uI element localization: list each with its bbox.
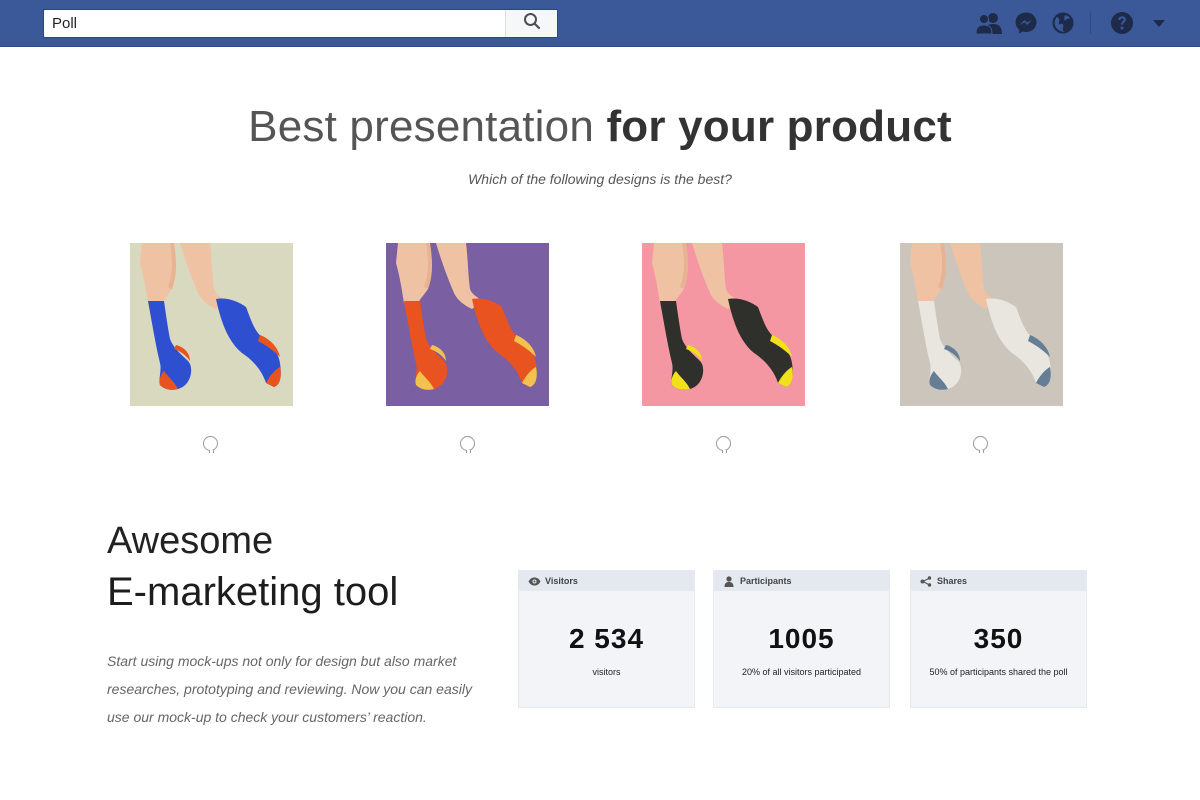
- chevron-down-icon[interactable]: [1144, 9, 1174, 37]
- eye-icon: [527, 575, 541, 587]
- nav-icons: [967, 9, 1174, 37]
- stat-card-shares: Shares 350 50% of participants shared th…: [910, 570, 1087, 708]
- poll-option-radio-3[interactable]: [716, 436, 731, 453]
- title-bold-part: for your product: [606, 102, 952, 151]
- poll-option-image-4[interactable]: [900, 243, 1063, 406]
- search-icon: [523, 12, 541, 35]
- poll-option-radio-4[interactable]: [973, 436, 988, 453]
- stat-label: Shares: [937, 576, 968, 586]
- poll-option-image-2[interactable]: [386, 243, 549, 406]
- stat-label: Participants: [740, 576, 792, 586]
- search-button[interactable]: [505, 10, 557, 37]
- globe-notifications-icon[interactable]: [1048, 9, 1078, 37]
- sock-product-illustration: [642, 243, 805, 406]
- stat-caption: visitors: [592, 667, 621, 677]
- stat-card-header: Shares: [911, 571, 1086, 591]
- stat-value: 1005: [768, 623, 835, 654]
- stat-card-header: Participants: [714, 571, 889, 591]
- poll-option-image-3[interactable]: [642, 243, 805, 406]
- poll-option-image-1[interactable]: [130, 243, 293, 406]
- stat-card-header: Visitors: [519, 571, 694, 591]
- page-title: Best presentation for your product: [0, 102, 1200, 152]
- sock-product-illustration: [130, 243, 293, 406]
- stat-value: 2 534: [568, 623, 645, 654]
- marketing-description: Start using mock-ups not only for design…: [107, 653, 472, 725]
- poll-question: Which of the following designs is the be…: [468, 171, 732, 187]
- stat-card-visitors: Visitors 2 534 visitors: [518, 570, 695, 708]
- share-icon: [919, 575, 933, 587]
- help-icon[interactable]: [1107, 9, 1137, 37]
- marketing-heading-line-2: E-marketing tool: [107, 570, 399, 614]
- top-navigation-bar: [0, 0, 1200, 47]
- stat-label: Visitors: [545, 576, 578, 586]
- title-light-part: Best presentation: [248, 102, 594, 151]
- stat-caption: 20% of all visitors participated: [741, 667, 862, 677]
- stat-value: 350: [973, 623, 1024, 654]
- marketing-heading-line-1: Awesome: [107, 520, 274, 562]
- search-input[interactable]: [44, 10, 505, 37]
- stat-caption: 50% of participants shared the poll: [929, 667, 1068, 677]
- nav-separator: [1090, 12, 1091, 34]
- stat-card-participants: Participants 1005 20% of all visitors pa…: [713, 570, 890, 708]
- poll-option-radio-1[interactable]: [203, 436, 218, 453]
- poll-option-radio-2[interactable]: [460, 436, 475, 453]
- sock-product-illustration: [386, 243, 549, 406]
- messenger-icon[interactable]: [1011, 9, 1041, 37]
- sock-product-illustration: [900, 243, 1063, 406]
- person-icon: [722, 575, 736, 587]
- friend-requests-icon[interactable]: [974, 9, 1004, 37]
- search-box: [43, 9, 558, 38]
